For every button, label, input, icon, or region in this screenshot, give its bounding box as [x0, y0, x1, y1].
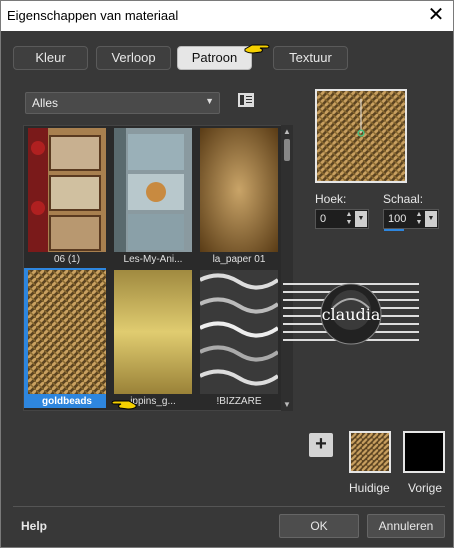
cancel-button[interactable]: Annuleren [367, 514, 445, 538]
scale-spinner[interactable]: 100 ▲ ▼ ▼ [383, 209, 439, 231]
pattern-item[interactable]: !BIZZARE [196, 268, 278, 408]
scroll-up-icon[interactable]: ▲ [283, 127, 291, 136]
pattern-thumbnail [114, 270, 192, 394]
category-value: Alles [32, 96, 59, 110]
tab-kleur[interactable]: Kleur [13, 46, 88, 70]
tab-textuur[interactable]: Textuur [273, 46, 348, 70]
close-icon[interactable]: ✕ [425, 5, 447, 27]
chevron-down-icon[interactable]: ▼ [425, 211, 437, 227]
scroll-down-icon[interactable]: ▼ [283, 400, 291, 409]
pattern-caption: Les-My-Ani... [123, 254, 183, 265]
pointing-hand-icon [244, 44, 270, 54]
pattern-item[interactable]: la_paper 01 [196, 126, 278, 266]
pattern-thumbnail [28, 128, 106, 252]
pattern-caption: !BIZZARE [216, 396, 262, 407]
pattern-caption: la_paper 01 [212, 254, 266, 265]
scale-value: 100 [388, 213, 407, 225]
current-swatch-label: Huidige [349, 481, 390, 495]
pattern-item[interactable]: ippins_g... [110, 268, 192, 408]
pattern-item-selected[interactable]: goldbeads [24, 268, 106, 408]
pattern-item[interactable]: Les-My-Ani... [110, 126, 192, 266]
scale-label: Schaal: [383, 192, 424, 206]
pointing-hand-icon [111, 400, 137, 410]
scrollbar-thumb[interactable] [284, 139, 290, 161]
angle-label: Hoek: [315, 192, 347, 206]
tab-verloop[interactable]: Verloop [96, 46, 171, 70]
angle-value: 0 [320, 213, 327, 225]
pattern-thumbnail [28, 270, 106, 394]
dialog-window: Eigenschappen van materiaal ✕ Kleur Verl… [0, 0, 454, 548]
pattern-caption: goldbeads [41, 396, 92, 407]
ok-button[interactable]: OK [279, 514, 359, 538]
spin-arrows-icon[interactable]: ▲ ▼ [414, 211, 424, 227]
watermark-text: claudia [322, 305, 381, 324]
scale-slider-bar [384, 229, 404, 231]
spin-arrows-icon[interactable]: ▲ ▼ [344, 211, 354, 227]
pattern-thumbnail [114, 128, 192, 252]
add-to-swatches-button[interactable]: + [309, 433, 333, 457]
pattern-item[interactable]: 06 (1) [24, 126, 106, 266]
angle-spinner[interactable]: 0 ▲ ▼ ▼ [315, 209, 369, 229]
chevron-down-icon: ▼ [205, 96, 214, 106]
title-bar: Eigenschappen van materiaal ✕ [1, 1, 453, 31]
current-swatch[interactable] [349, 431, 391, 473]
previous-swatch-label: Vorige [408, 481, 443, 495]
pattern-thumbnail [200, 270, 278, 394]
pattern-preview[interactable] [315, 89, 407, 183]
pattern-caption: 06 (1) [53, 254, 81, 265]
pattern-scrollbar[interactable]: ▲ ▼ [281, 125, 293, 411]
category-select[interactable]: Alles ▼ [25, 92, 220, 114]
footer-divider [13, 506, 445, 507]
watermark-logo: claudia [283, 283, 419, 345]
window-title: Eigenschappen van materiaal [7, 8, 179, 23]
pattern-grid: 06 (1) Les-My-Ani... la_paper 01 goldbea… [23, 125, 293, 411]
previous-swatch[interactable] [403, 431, 445, 473]
view-mode-icon[interactable] [238, 93, 254, 107]
help-link[interactable]: Help [21, 519, 47, 533]
pattern-thumbnail [200, 128, 278, 252]
chevron-down-icon[interactable]: ▼ [355, 211, 367, 227]
tab-patroon[interactable]: Patroon [177, 46, 252, 70]
